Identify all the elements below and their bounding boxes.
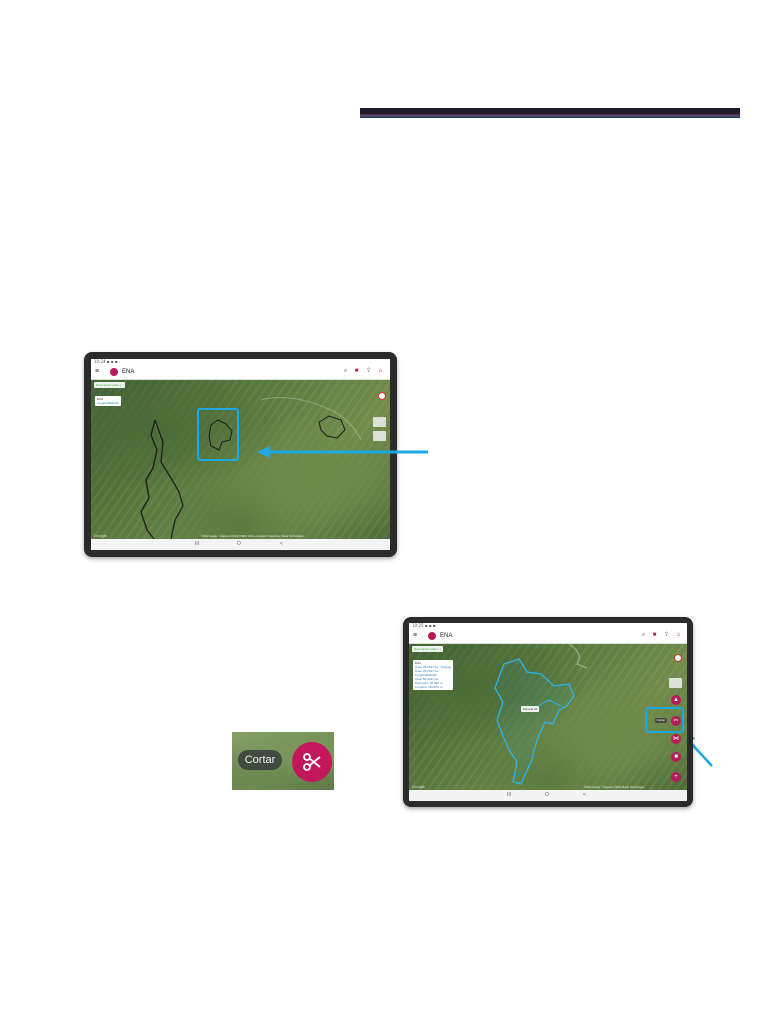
back-button[interactable]: < (280, 541, 283, 548)
satellite-map[interactable]: Desmarcar todas ▪ ▪ ENA Longitud/latitud… (91, 380, 390, 539)
info-box: ENA Área: 25.2647 ha · Original Área: 25… (413, 660, 454, 690)
info-line: Longitud/latitude (97, 401, 120, 405)
scissors-icon (303, 753, 321, 771)
map-overlay (140, 397, 362, 539)
app-logo-icon (428, 632, 436, 640)
home-button[interactable]: O (545, 792, 549, 799)
tablet-screenshot-1: 10:24 ▪ ▪ ▪ ≡ ENA ⌕ ■ ⇪ ⌂ Desmarcar toda… (84, 352, 397, 557)
upload-icon[interactable]: ⇪ (663, 632, 670, 639)
info-line: Longitud: 18.0070 m (415, 685, 443, 689)
back-button[interactable]: < (583, 792, 586, 799)
parcel-label: Parcela 01 (521, 706, 540, 712)
google-logo: Google (412, 784, 425, 789)
cut-fab[interactable] (292, 742, 332, 782)
parcel-highlight-box (197, 408, 239, 461)
camera-icon[interactable]: ■ (651, 632, 658, 639)
app-title: ENA (122, 369, 135, 375)
cut-label: Cortar (238, 750, 282, 770)
header-color-rule (360, 108, 740, 118)
app-logo-icon (110, 368, 118, 376)
info-box: ENA Longitud/latitude (95, 396, 122, 406)
home-icon[interactable]: ⌂ (377, 368, 384, 375)
camera-icon[interactable]: ■ (353, 368, 360, 375)
save-fab[interactable]: ■ (671, 752, 681, 762)
layer-button[interactable] (373, 431, 386, 441)
upload-icon[interactable]: ⇪ (365, 368, 372, 375)
edit-fab[interactable]: ▲ (671, 695, 681, 705)
deselect-chip[interactable]: Desmarcar todas ▪ ▪ (94, 382, 125, 388)
search-icon[interactable]: ⌕ (342, 368, 349, 375)
google-logo: Google (94, 533, 107, 538)
system-nav-bar: III O < (409, 790, 687, 801)
recents-button[interactable]: III (195, 541, 199, 548)
search-icon[interactable]: ⌕ (640, 632, 647, 639)
app-bar: ≡ ENA ⌕ ■ ⇪ ⌂ (91, 365, 390, 380)
deselect-chip[interactable]: Desmarcar todas ▪ ▪ (412, 646, 443, 652)
home-icon[interactable]: ⌂ (675, 632, 682, 639)
map-attribution: ©2022 Google · Imágenes ©2022 Maxar Tech… (584, 786, 645, 789)
recents-button[interactable]: III (507, 792, 511, 799)
cut-button-zoom: Cortar (232, 732, 334, 790)
tablet-1-screen: 10:24 ▪ ▪ ▪ ≡ ENA ⌕ ■ ⇪ ⌂ Desmarcar toda… (91, 359, 390, 550)
map-attribution: ©2022 Google · Imágenes ©2022 CNES / Air… (201, 535, 304, 538)
add-fab[interactable]: + (671, 772, 681, 782)
undo-button[interactable] (669, 678, 682, 688)
app-bar: ≡ ENA ⌕ ■ ⇪ ⌂ (409, 629, 687, 644)
cut-button-highlight (645, 707, 684, 733)
menu-icon[interactable]: ≡ (95, 368, 99, 375)
app-title: ENA (440, 633, 453, 639)
menu-icon[interactable]: ≡ (413, 632, 417, 639)
system-nav-bar: III O < (91, 539, 390, 550)
gps-icon[interactable] (378, 392, 386, 400)
gps-icon[interactable] (674, 654, 682, 662)
home-button[interactable]: O (237, 541, 241, 548)
merge-fab[interactable]: ⋈ (671, 734, 681, 744)
layer-button[interactable] (373, 417, 386, 427)
